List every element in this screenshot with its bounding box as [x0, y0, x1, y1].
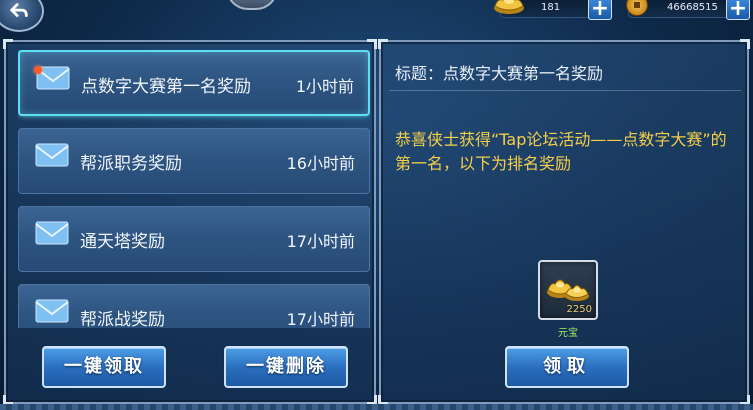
back-button[interactable] — [0, 0, 44, 32]
unread-dot — [34, 66, 42, 74]
envelope-icon — [35, 299, 69, 323]
delete-all-button[interactable]: 一键删除 — [224, 346, 348, 388]
divider — [389, 90, 741, 91]
mail-list-panel: 点数字大赛第一名奖励 1小时前 帮派职务奖励 16小时前 通天塔奖励 17小时前 — [3, 39, 377, 405]
mail-item[interactable]: 帮派职务奖励 16小时前 — [18, 128, 370, 194]
mail-time: 17小时前 — [286, 232, 355, 251]
top-emblem — [226, 0, 278, 10]
mail-detail-title: 标题：点数字大赛第一名奖励 — [395, 64, 604, 83]
plus-icon: + — [590, 0, 610, 21]
claim-all-button[interactable]: 一键领取 — [42, 346, 166, 388]
bottom-trim — [0, 404, 753, 410]
mail-detail-panel: 标题：点数字大赛第一名奖励 恭喜侠士获得“Tap论坛活动——点数字大赛”的第一名… — [378, 39, 750, 405]
mail-title: 通天塔奖励 — [80, 232, 165, 252]
envelope-icon — [35, 221, 69, 245]
mail-time: 1小时前 — [295, 77, 354, 96]
plus-icon: + — [728, 0, 748, 21]
mail-title: 点数字大赛第一名奖励 — [81, 77, 251, 97]
coin-count: 46668515 — [667, 2, 718, 13]
gold-ingot-icon — [547, 279, 589, 301]
mail-title: 帮派职务奖励 — [80, 154, 182, 174]
mail-time: 17小时前 — [286, 310, 355, 328]
add-coin-button[interactable]: + — [726, 0, 750, 20]
mail-detail-body: 恭喜侠士获得“Tap论坛活动——点数字大赛”的第一名，以下为排名奖励 — [395, 130, 727, 173]
reward-count: 2250 — [566, 304, 592, 315]
mail-item[interactable]: 通天塔奖励 17小时前 — [18, 206, 370, 272]
top-bar: 181 + 46668515 + — [0, 0, 753, 32]
claim-button[interactable]: 领取 — [505, 346, 629, 388]
envelope-icon — [35, 143, 69, 167]
gold-ingot-icon — [494, 0, 524, 14]
mail-time: 16小时前 — [286, 154, 355, 173]
ingot-count: 181 — [541, 2, 561, 13]
back-arrow-icon — [10, 3, 28, 17]
reward-item-slot[interactable]: 2250 — [538, 260, 598, 320]
mail-title: 帮派战奖励 — [80, 310, 165, 328]
reward-name: 元宝 — [558, 328, 578, 339]
mail-list[interactable]: 点数字大赛第一名奖励 1小时前 帮派职务奖励 16小时前 通天塔奖励 17小时前 — [18, 50, 370, 328]
mail-item-selected[interactable]: 点数字大赛第一名奖励 1小时前 — [18, 50, 370, 116]
mail-item[interactable]: 帮派战奖励 17小时前 — [18, 284, 370, 328]
add-ingot-button[interactable]: + — [588, 0, 612, 20]
